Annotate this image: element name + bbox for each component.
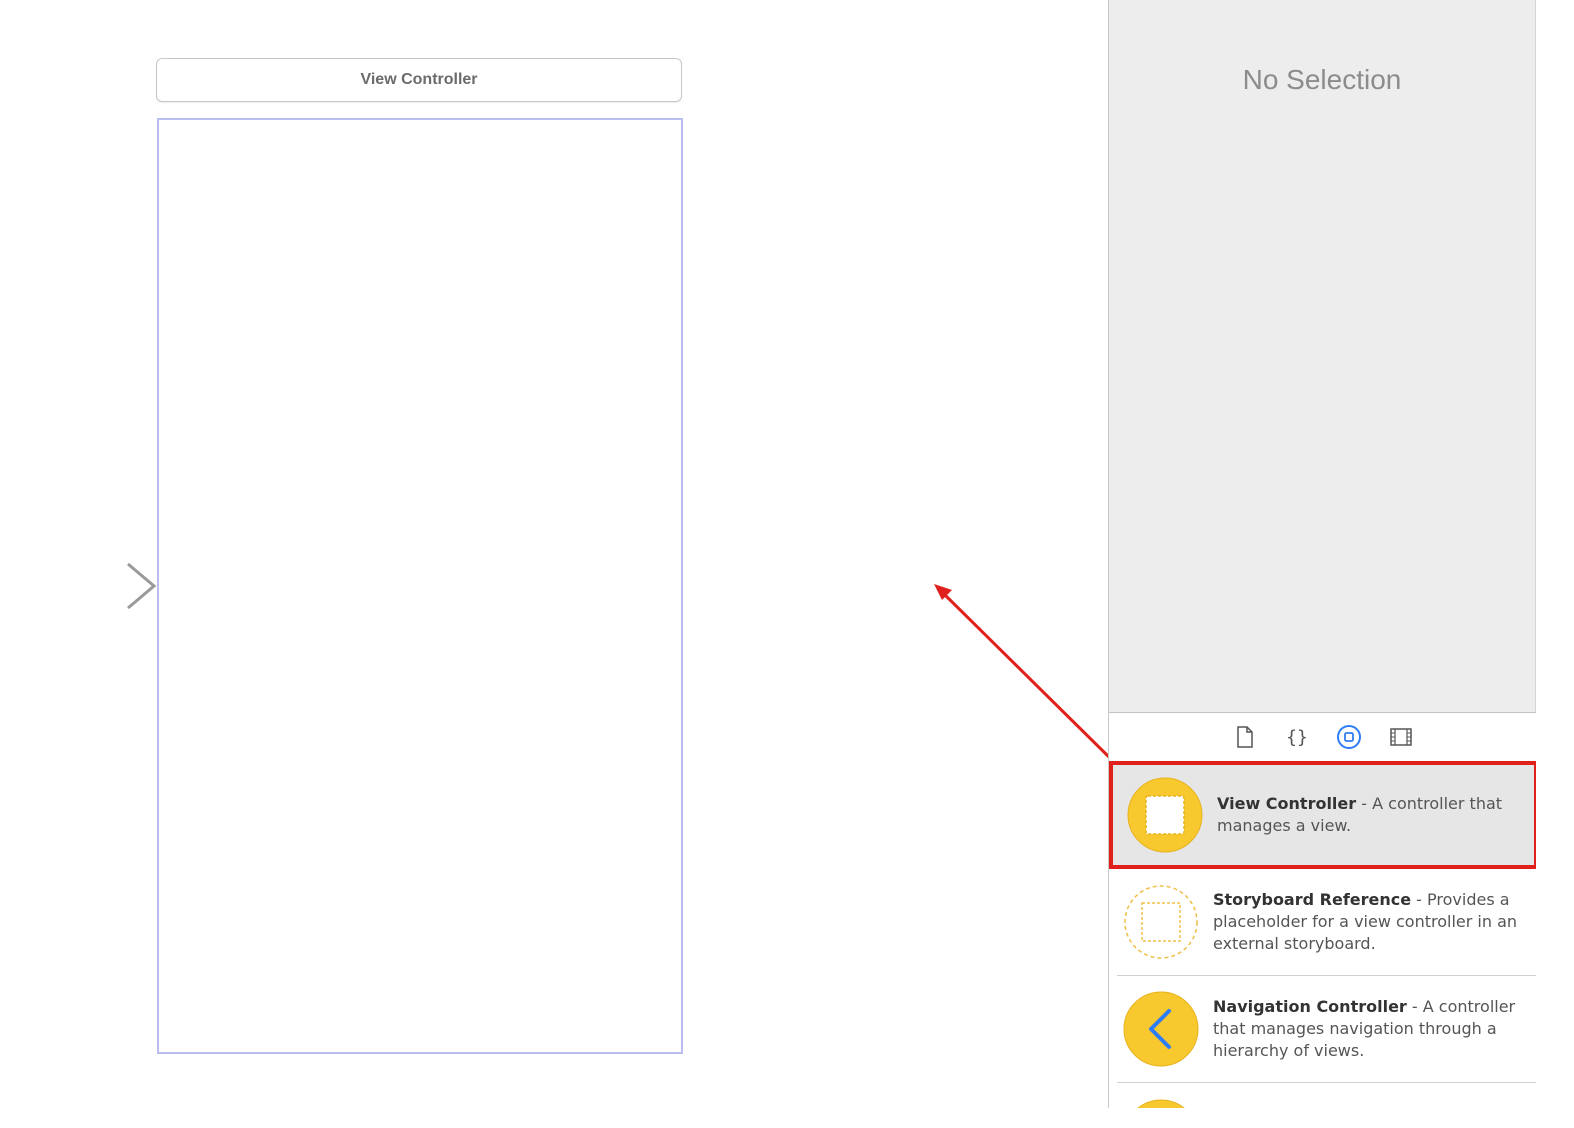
navigation-controller-icon <box>1123 991 1199 1067</box>
initial-view-controller-arrow-icon[interactable] <box>10 556 160 616</box>
library-item-next-icon[interactable] <box>1123 1099 1199 1108</box>
library-item-navigation-controller[interactable]: Navigation Controller - A controller tha… <box>1109 976 1536 1082</box>
library-item-view-controller[interactable]: View Controller - A controller that mana… <box>1109 761 1536 869</box>
object-library-icon[interactable] <box>1336 724 1362 750</box>
view-controller-icon <box>1127 777 1203 853</box>
library-item-name: Storyboard Reference <box>1213 890 1412 909</box>
library-item-name: Navigation Controller <box>1213 997 1407 1016</box>
file-template-icon[interactable] <box>1232 724 1258 750</box>
library-item-description: View Controller - A controller that mana… <box>1217 794 1503 835</box>
annotation-arrow-icon <box>934 584 1112 760</box>
library-item-description: Navigation Controller - A controller tha… <box>1213 997 1516 1060</box>
svg-text:{}: {} <box>1286 727 1308 748</box>
object-library: {} View Controller - A controller that m… <box>1108 712 1536 1108</box>
scene-title-label: View Controller <box>360 71 478 88</box>
library-tab-bar: {} <box>1109 713 1536 761</box>
storyboard-reference-icon <box>1123 884 1199 960</box>
media-library-icon[interactable] <box>1388 724 1414 750</box>
library-divider <box>1117 1082 1536 1083</box>
library-item-storyboard-reference[interactable]: Storyboard Reference - Provides a placeh… <box>1109 869 1536 975</box>
library-item-name: View Controller <box>1217 794 1357 813</box>
no-selection-label: No Selection <box>1242 64 1402 95</box>
code-snippet-icon[interactable]: {} <box>1284 724 1310 750</box>
inspector-pane: No Selection <box>1108 0 1536 712</box>
view-controller-scene[interactable] <box>157 118 683 1054</box>
library-item-description: Storyboard Reference - Provides a placeh… <box>1213 890 1518 953</box>
scene-title-bar[interactable]: View Controller <box>156 58 682 102</box>
storyboard-canvas[interactable]: View Controller <box>0 0 1108 1128</box>
